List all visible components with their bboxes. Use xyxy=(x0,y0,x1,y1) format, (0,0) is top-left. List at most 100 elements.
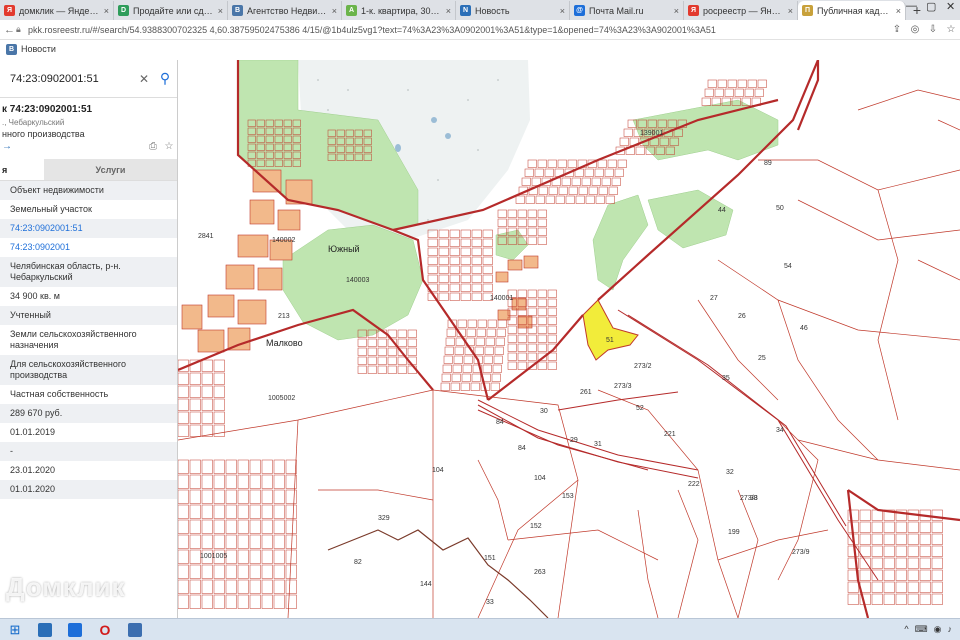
url-field[interactable]: pkk.rosreestr.ru/#/search/54.93883007023… xyxy=(28,25,888,35)
svg-text:89: 89 xyxy=(764,160,772,167)
panel-tabs: я Услуги xyxy=(0,159,177,181)
tab-title: 1-к. квартира, 30 м², 3/5 xyxy=(361,5,442,16)
attribute-value: 01.01.2019 xyxy=(10,427,56,437)
svg-text:34: 34 xyxy=(776,427,784,434)
place-label-malkovo: Малково xyxy=(266,338,303,348)
browser-tab[interactable]: A 1-к. квартира, 30 м², 3/5 × xyxy=(342,1,456,20)
svg-text:152: 152 xyxy=(530,523,542,530)
browser-tab[interactable]: N Новость × xyxy=(456,1,570,20)
tab-title: домклик — Яндекс: наш xyxy=(19,5,100,16)
opera-icon: O xyxy=(99,621,111,638)
attribute-value: Частная собственность xyxy=(10,389,109,399)
browser-tab[interactable]: @ Почта Mail.ru × xyxy=(570,1,684,20)
bookmark-news[interactable]: Новости xyxy=(21,44,56,54)
volume-icon[interactable]: ♪ xyxy=(948,624,953,635)
place-label-yuzhny: Южный xyxy=(328,244,360,254)
attribute-value: Учтенный xyxy=(0,306,177,325)
network-icon[interactable]: ◉ xyxy=(934,624,942,635)
close-tab-icon[interactable]: × xyxy=(674,6,679,16)
maximize-icon[interactable]: ▢ xyxy=(926,0,936,13)
cadastral-map[interactable]: 139001 140003 140002 140001 89 44 50 54 27 26 … xyxy=(178,60,960,618)
close-tab-icon[interactable]: × xyxy=(332,6,337,16)
favicon-icon: Я xyxy=(688,5,699,16)
object-subtitle: ., Чебаркульский xyxy=(2,118,65,127)
close-tab-icon[interactable]: × xyxy=(218,6,223,16)
object-category: нного производства xyxy=(2,129,85,139)
svg-text:51: 51 xyxy=(606,337,614,344)
favicon-icon: D xyxy=(118,5,129,16)
browser-tab[interactable]: D Продайте или сдайте в а × xyxy=(114,1,228,20)
svg-text:29: 29 xyxy=(570,437,578,444)
back-icon[interactable]: ← xyxy=(4,24,16,36)
close-tab-icon[interactable]: × xyxy=(896,6,901,16)
browser-tab[interactable]: Яросреестр — Яндекс: на × xyxy=(684,1,798,20)
tab-services[interactable]: Услуги xyxy=(44,159,177,180)
svg-text:261: 261 xyxy=(580,389,592,396)
attribute-link[interactable]: 74:23:0902001:51 xyxy=(0,219,177,238)
svg-text:32: 32 xyxy=(726,469,734,476)
svg-text:54: 54 xyxy=(784,263,792,270)
favicon-icon: Я xyxy=(4,5,15,16)
print-icon[interactable]: ⎙ xyxy=(145,141,161,152)
attribute-value: 01.01.2020 xyxy=(0,480,177,499)
attribute-value: - xyxy=(0,442,177,461)
svg-text:140003: 140003 xyxy=(346,277,369,284)
svg-text:151: 151 xyxy=(484,555,496,562)
favorite-icon[interactable]: ☆ xyxy=(161,141,177,152)
task-view-button[interactable] xyxy=(30,620,60,640)
attribute-list: Объект недвижимости Земельный участок 74:2… xyxy=(0,181,177,499)
windows-icon: ⊞ xyxy=(9,621,21,637)
svg-text:140002: 140002 xyxy=(272,237,295,244)
svg-text:199: 199 xyxy=(728,529,740,536)
attribute-value: 23.01.2020 xyxy=(10,465,56,475)
attribute-value: 289 670 руб. xyxy=(0,404,177,423)
browser-tab[interactable]: П Публичная кадастровая × xyxy=(798,1,906,20)
favicon-icon: П xyxy=(802,5,813,16)
share-icon[interactable]: ⇪ xyxy=(888,24,906,35)
star-icon[interactable]: ☆ xyxy=(942,24,960,35)
svg-text:27: 27 xyxy=(710,295,718,302)
screenshot-icon[interactable]: ◎ xyxy=(906,24,924,35)
tab-title: Публичная кадастровая xyxy=(817,5,892,16)
close-tab-icon[interactable]: × xyxy=(560,6,565,16)
chevron-up-icon[interactable]: ^ xyxy=(904,624,908,635)
tab-info[interactable]: я xyxy=(0,159,44,180)
close-tab-icon[interactable]: × xyxy=(788,6,793,16)
svg-text:84: 84 xyxy=(518,445,526,452)
minimize-icon[interactable]: — xyxy=(906,0,917,12)
arrow-right-icon[interactable]: → xyxy=(2,141,145,152)
window-close-icon[interactable]: ✕ xyxy=(946,0,955,13)
search-input[interactable]: 74:23:0902001:51 xyxy=(0,73,139,85)
close-tab-icon[interactable]: × xyxy=(104,6,109,16)
svg-text:263: 263 xyxy=(534,569,546,576)
start-button[interactable]: ⊞ xyxy=(0,620,30,640)
opera-button[interactable]: O xyxy=(90,620,120,640)
attribute-link[interactable]: 74:23:0902001 xyxy=(0,238,177,257)
tab-title: Почта Mail.ru xyxy=(589,5,644,16)
svg-text:329: 329 xyxy=(378,515,390,522)
clear-icon[interactable]: ✕ xyxy=(139,72,153,86)
svg-text:82: 82 xyxy=(354,559,362,566)
search-icon[interactable]: ⚲ xyxy=(153,70,177,87)
vk-icon: В xyxy=(6,43,17,55)
svg-text:52: 52 xyxy=(636,405,644,412)
lock-icon[interactable]: 🔒︎ xyxy=(16,24,26,35)
close-tab-icon[interactable]: × xyxy=(446,6,451,16)
mail-button[interactable] xyxy=(60,620,90,640)
svg-text:46: 46 xyxy=(800,325,808,332)
svg-text:222: 222 xyxy=(688,481,700,488)
svg-text:273/2: 273/2 xyxy=(634,363,652,370)
app-button[interactable] xyxy=(120,620,150,640)
bookmarks-bar: В Новости xyxy=(0,41,960,57)
download-icon[interactable]: ⇩ xyxy=(924,24,942,35)
browser-tab[interactable]: В Агентство Недвижимост × xyxy=(228,1,342,20)
svg-text:35: 35 xyxy=(722,375,730,382)
svg-text:26: 26 xyxy=(738,313,746,320)
svg-text:1005002: 1005002 xyxy=(268,395,295,402)
browser-tab[interactable]: Ядомклик — Яндекс: наш × xyxy=(0,1,114,20)
svg-text:273/9: 273/9 xyxy=(792,549,810,556)
keyboard-icon[interactable]: ⌨ xyxy=(915,624,928,635)
favicon-icon: N xyxy=(460,5,471,16)
favicon-icon: A xyxy=(346,5,357,16)
svg-text:140001: 140001 xyxy=(490,295,513,302)
